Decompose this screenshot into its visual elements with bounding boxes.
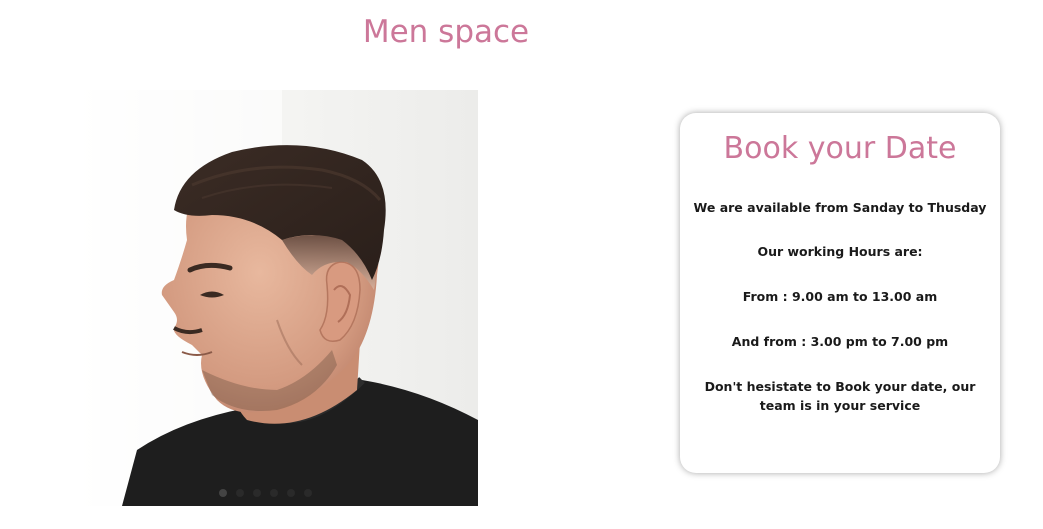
carousel-dot[interactable] — [270, 489, 278, 497]
image-carousel[interactable] — [62, 90, 478, 506]
afternoon-hours: And from : 3.00 pm to 7.00 pm — [731, 334, 949, 349]
carousel-dot[interactable] — [236, 489, 244, 497]
booking-card: Book your Date We are available from San… — [680, 113, 1000, 473]
carousel-dot[interactable] — [304, 489, 312, 497]
booking-title: Book your Date — [723, 131, 957, 166]
carousel-dot[interactable] — [287, 489, 295, 497]
booking-cta-text: Don't hesistate to Book your date, our t… — [704, 379, 976, 413]
carousel-dots — [219, 489, 312, 497]
carousel-dot[interactable] — [253, 489, 261, 497]
carousel-dot[interactable] — [219, 489, 227, 497]
haircut-photo — [62, 90, 478, 506]
availability-text: We are available from Sanday to Thusday — [693, 200, 987, 215]
morning-hours: From : 9.00 am to 13.00 am — [742, 289, 938, 304]
hours-heading: Our working Hours are: — [757, 244, 923, 259]
page-title: Men space — [362, 14, 530, 50]
